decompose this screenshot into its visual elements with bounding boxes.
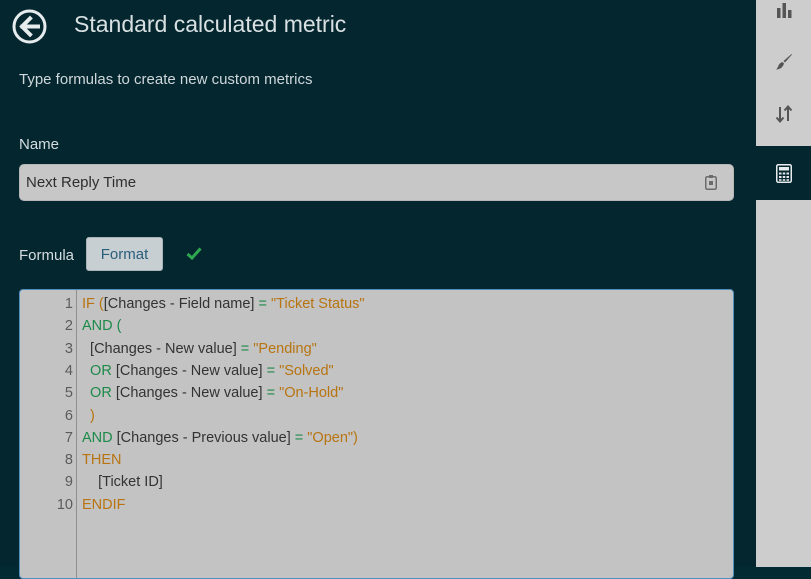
- paintbrush-icon: [775, 54, 792, 70]
- code-token: =: [294, 429, 308, 446]
- code-line[interactable]: OR [Changes - New value] = "On-Hold": [82, 385, 343, 401]
- code-line[interactable]: ): [82, 408, 95, 424]
- formula-editor[interactable]: 1 2 3 4 5 6 7 8 9 10 IF ([Changes - Field name] =…: [19, 289, 734, 579]
- toolbar-item-sort[interactable]: [756, 88, 811, 140]
- line-number: 5: [64, 385, 73, 402]
- code-line[interactable]: [Changes - New value] = "Pending": [82, 341, 317, 357]
- line-number: 10: [56, 496, 73, 513]
- line-number-gutter: 1 2 3 4 5 6 7 8 9 10: [20, 290, 77, 578]
- clipboard-icon[interactable]: [705, 175, 717, 190]
- code-token: AND (: [82, 318, 122, 335]
- page-subtitle: Type formulas to create new custom metri…: [19, 71, 313, 88]
- code-token: ): [82, 407, 95, 424]
- code-token: "On-Hold": [279, 385, 344, 402]
- toolbar-item-chart[interactable]: [756, 0, 811, 36]
- line-number: 6: [64, 407, 73, 424]
- code-token: [Changes - New value]: [115, 362, 267, 379]
- code-token: AND: [82, 429, 117, 446]
- page-title: Standard calculated metric: [74, 11, 347, 37]
- code-token: IF (: [82, 296, 104, 312]
- code-token: "Ticket Status": [271, 296, 365, 312]
- code-token: =: [266, 362, 280, 379]
- name-field[interactable]: [19, 164, 734, 201]
- sort-arrows-icon: [775, 105, 792, 123]
- code-line[interactable]: OR [Changes - New value] = "Solved": [82, 363, 334, 379]
- name-input[interactable]: [26, 165, 686, 200]
- code-line[interactable]: ENDIF: [82, 497, 126, 513]
- toolbar-item-calculator[interactable]: [756, 146, 811, 200]
- line-number: 1: [64, 296, 73, 312]
- code-token: [Ticket ID]: [82, 474, 163, 491]
- code-line[interactable]: AND (: [82, 318, 121, 334]
- code-token: "Open"): [307, 429, 358, 446]
- name-label: Name: [19, 136, 60, 153]
- code-line[interactable]: [Ticket ID]: [82, 474, 163, 490]
- code-line[interactable]: THEN: [82, 452, 121, 468]
- checkmark-icon: [186, 247, 202, 260]
- code-token: OR: [82, 385, 116, 402]
- right-toolbar: [756, 0, 811, 567]
- code-token: [Changes - Field name]: [103, 296, 259, 312]
- line-number: 4: [64, 362, 73, 379]
- line-number: 9: [64, 474, 73, 491]
- code-token: OR: [82, 362, 116, 379]
- bar-chart-icon: [776, 3, 791, 18]
- code-token: [Changes - New value]: [82, 340, 241, 357]
- formula-label: Formula: [19, 247, 75, 264]
- code-line[interactable]: IF ([Changes - Field name] = "Ticket Sta…: [82, 296, 365, 312]
- line-number: 7: [64, 429, 73, 446]
- arrow-left-circle-icon: [12, 9, 47, 44]
- calculator-icon: [775, 163, 792, 183]
- line-number: 3: [64, 340, 73, 357]
- code-token: THEN: [82, 452, 122, 469]
- code-token: =: [266, 385, 280, 402]
- code-token: =: [258, 296, 271, 312]
- format-button[interactable]: Format: [86, 237, 163, 271]
- code-token: [Changes - Previous value]: [116, 429, 295, 446]
- back-button[interactable]: [12, 9, 47, 44]
- line-number: 2: [64, 318, 73, 335]
- code-token: =: [240, 340, 254, 357]
- code-line[interactable]: AND [Changes - Previous value] = "Open"): [82, 430, 358, 446]
- metric-editor-panel: Standard calculated metric Type formulas…: [0, 0, 756, 579]
- code-token: [Changes - New value]: [115, 385, 267, 402]
- code-token: "Pending": [253, 340, 317, 357]
- code-token: "Solved": [279, 362, 334, 379]
- line-number: 8: [64, 452, 73, 469]
- code-token: ENDIF: [82, 496, 126, 513]
- toolbar-item-style[interactable]: [756, 36, 811, 88]
